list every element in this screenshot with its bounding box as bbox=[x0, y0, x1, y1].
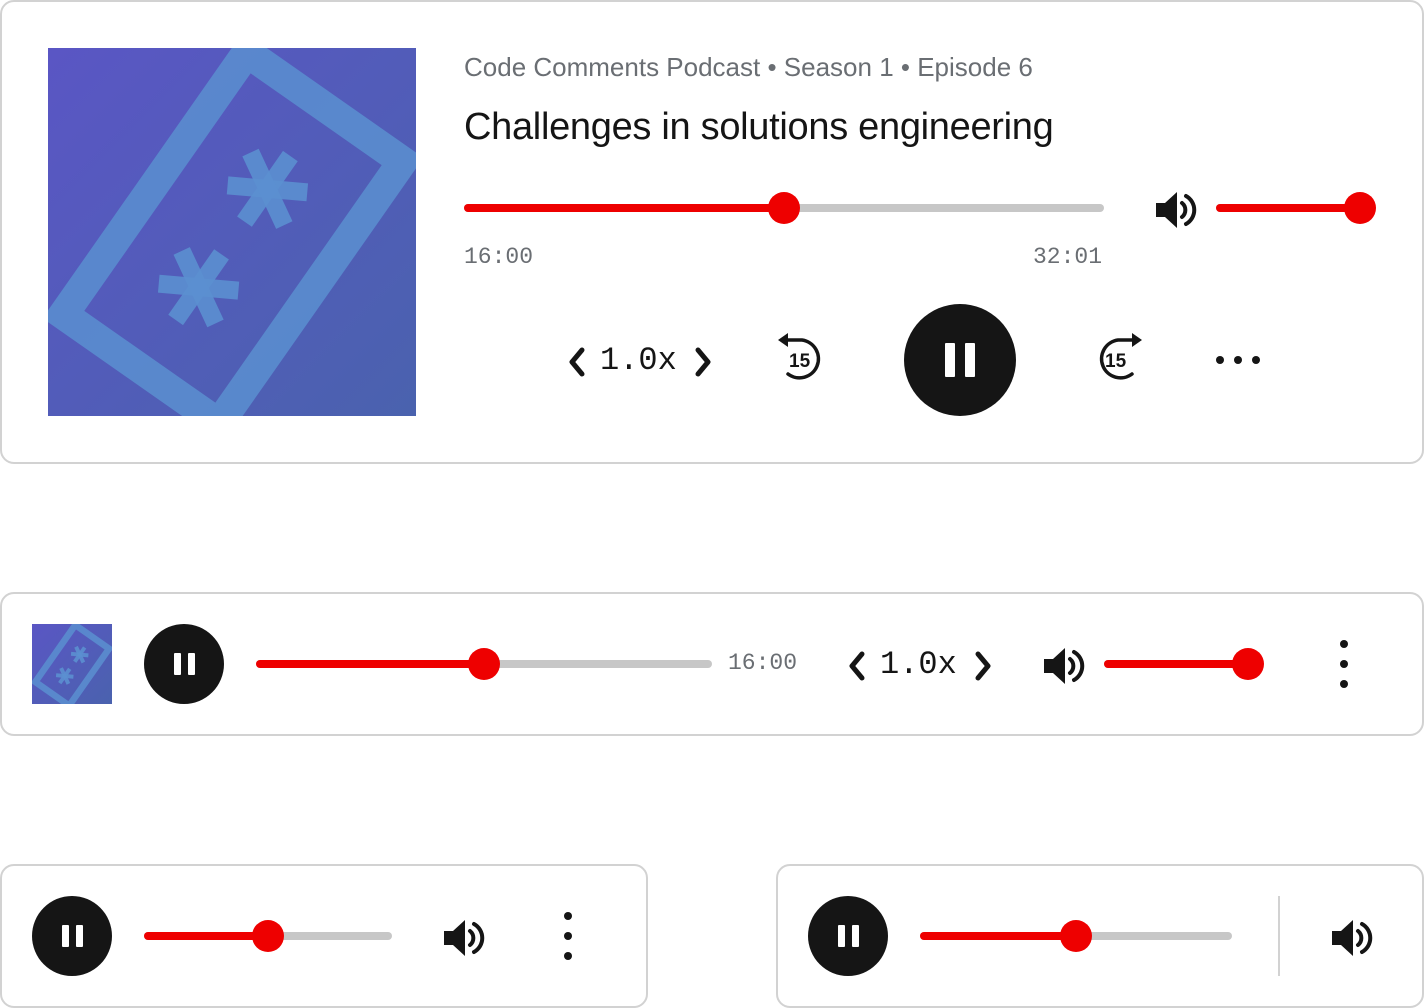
full-player: Code Comments Podcast • Season 1 • Episo… bbox=[0, 0, 1424, 464]
mini-player-alt bbox=[776, 864, 1424, 1008]
episode-artwork-thumb bbox=[32, 624, 112, 704]
pause-button[interactable] bbox=[32, 896, 112, 976]
current-time: 16:00 bbox=[728, 650, 798, 676]
forward-15-button[interactable]: 15 bbox=[1090, 330, 1146, 386]
progress-thumb[interactable] bbox=[468, 648, 500, 680]
chevron-right-icon[interactable] bbox=[692, 346, 714, 378]
volume-thumb[interactable] bbox=[1344, 192, 1376, 224]
pause-icon bbox=[173, 653, 195, 675]
volume-thumb[interactable] bbox=[1232, 648, 1264, 680]
progress-thumb[interactable] bbox=[252, 920, 284, 952]
pause-icon bbox=[945, 343, 975, 377]
pause-button[interactable] bbox=[904, 304, 1016, 416]
progress-slider[interactable] bbox=[256, 648, 712, 680]
progress-fill bbox=[144, 932, 268, 940]
volume-slider[interactable] bbox=[1216, 192, 1376, 224]
progress-fill bbox=[920, 932, 1076, 940]
forward-seconds: 15 bbox=[1105, 351, 1127, 372]
more-vertical-icon[interactable] bbox=[1336, 638, 1352, 694]
volume-icon[interactable] bbox=[440, 914, 488, 962]
pause-icon bbox=[61, 925, 83, 947]
volume-fill bbox=[1104, 660, 1248, 668]
current-time: 16:00 bbox=[464, 244, 534, 270]
pause-button[interactable] bbox=[144, 624, 224, 704]
rewind-15-button[interactable]: 15 bbox=[774, 330, 830, 386]
chevron-left-icon[interactable] bbox=[846, 650, 868, 682]
volume-fill bbox=[1216, 204, 1360, 212]
more-horizontal-icon[interactable] bbox=[1214, 352, 1270, 368]
episode-artwork bbox=[48, 48, 416, 416]
progress-thumb[interactable] bbox=[1060, 920, 1092, 952]
chevron-right-icon[interactable] bbox=[972, 650, 994, 682]
volume-icon[interactable] bbox=[1040, 642, 1088, 690]
mini-player bbox=[0, 864, 648, 1008]
pause-button[interactable] bbox=[808, 896, 888, 976]
pause-icon bbox=[837, 925, 859, 947]
rewind-seconds: 15 bbox=[789, 351, 811, 372]
divider bbox=[1278, 896, 1280, 976]
playback-speed[interactable]: 1.0x bbox=[600, 342, 677, 379]
volume-icon[interactable] bbox=[1152, 186, 1200, 234]
progress-slider[interactable] bbox=[464, 192, 1104, 224]
compact-player: 16:00 1.0x bbox=[0, 592, 1424, 736]
episode-title: Challenges in solutions engineering bbox=[464, 106, 1054, 148]
playback-speed[interactable]: 1.0x bbox=[880, 646, 957, 683]
progress-fill bbox=[256, 660, 484, 668]
progress-fill bbox=[464, 204, 784, 212]
more-vertical-icon[interactable] bbox=[560, 910, 576, 966]
volume-icon[interactable] bbox=[1328, 914, 1376, 962]
progress-slider[interactable] bbox=[144, 920, 392, 952]
chevron-left-icon[interactable] bbox=[566, 346, 588, 378]
progress-slider[interactable] bbox=[920, 920, 1232, 952]
volume-slider[interactable] bbox=[1104, 648, 1264, 680]
progress-thumb[interactable] bbox=[768, 192, 800, 224]
episode-meta: Code Comments Podcast • Season 1 • Episo… bbox=[464, 52, 1033, 82]
duration: 32:01 bbox=[1032, 244, 1102, 270]
